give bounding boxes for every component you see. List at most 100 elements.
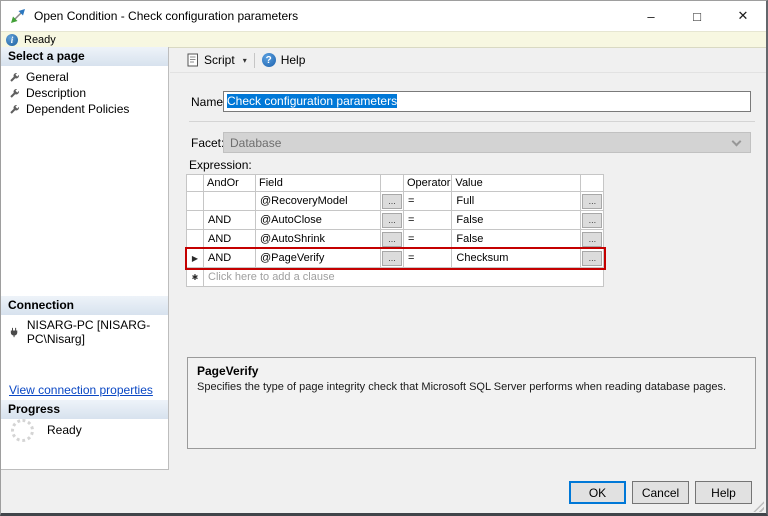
window-title: Open Condition - Check configuration par… [34,9,298,23]
help-label: Help [281,53,306,67]
field-cell[interactable]: @PageVerify [256,249,381,268]
ok-button[interactable]: OK [569,481,626,504]
wrench-icon [9,104,20,115]
value-ellipsis-cell: ... [581,211,604,230]
property-description-panel: PageVerify Specifies the type of page in… [187,357,756,449]
minimize-icon[interactable]: – [628,1,674,31]
value-cell[interactable]: False [452,211,581,230]
value-ellipsis-cell: ... [581,192,604,211]
grid-header-marker [187,175,204,192]
close-icon[interactable]: ✕ [720,1,766,31]
operator-cell[interactable]: = [404,192,452,211]
sidebar-item-description[interactable]: Description [1,85,168,101]
field-ellipsis-cell: ... [381,249,404,268]
value-cell[interactable]: False [452,230,581,249]
field-ellipsis-cell: ... [381,230,404,249]
expression-grid: AndOr Field Operator Value @RecoveryMode… [186,174,604,287]
sidebar-item-label: Description [26,86,86,100]
grid-header-field: Field [256,175,381,192]
operator-cell[interactable]: = [404,230,452,249]
andor-cell[interactable]: AND [204,249,256,268]
grid-header-operator: Operator [404,175,452,192]
grid-header-andor: AndOr [204,175,256,192]
wrench-icon [9,72,20,83]
connection-header: Connection [1,296,168,315]
cancel-button[interactable]: Cancel [632,481,689,504]
grid-header-value: Value [452,175,581,192]
name-label: Name: [191,95,226,109]
info-icon: i [6,34,18,46]
chevron-down-icon [732,137,742,147]
page-list: General Description Dependent Policies [1,69,168,117]
select-a-page-header: Select a page [1,47,168,66]
facet-value: Database [230,136,281,150]
name-input[interactable]: Check configuration parameters [223,91,751,112]
property-description: Specifies the type of page integrity che… [197,381,746,393]
maximize-icon[interactable]: □ [674,1,720,31]
expression-row[interactable]: ▶AND@PageVerify...=Checksum... [187,249,604,268]
operator-cell[interactable]: = [404,249,452,268]
toolbar-separator [254,53,255,68]
name-input-selected-text: Check configuration parameters [227,94,397,108]
value-cell[interactable]: Checksum [452,249,581,268]
toolbar-help-button[interactable]: ? Help [262,53,306,67]
field-cell[interactable]: @RecoveryModel [256,192,381,211]
sidebar: Select a page General Description Depend… [1,47,169,470]
progress-header: Progress [1,400,168,419]
field-cell[interactable]: @AutoClose [256,211,381,230]
operator-cell[interactable]: = [404,211,452,230]
expression-row[interactable]: AND@AutoClose...=False... [187,211,604,230]
script-button[interactable]: Script ▾ [187,53,247,67]
field-ellipsis-cell: ... [381,211,404,230]
ellipsis-button[interactable]: ... [382,194,402,209]
add-clause-cell[interactable]: Click here to add a clause [204,268,604,287]
andor-cell[interactable]: AND [204,211,256,230]
expression-grid-body: @RecoveryModel...=Full...AND@AutoClose..… [187,192,604,287]
ellipsis-button[interactable]: ... [582,194,602,209]
grid-new-row[interactable]: ✱ Click here to add a clause [187,268,604,287]
value-ellipsis-cell: ... [581,230,604,249]
andor-cell[interactable]: AND [204,230,256,249]
help-icon: ? [262,53,276,67]
new-row-marker-icon: ✱ [187,268,204,287]
ellipsis-button[interactable]: ... [582,213,602,228]
progress-status-text: Ready [47,423,82,442]
script-icon [187,53,199,67]
connection-plug-icon [9,326,20,339]
expression-row[interactable]: AND@AutoShrink...=False... [187,230,604,249]
ellipsis-button[interactable]: ... [582,232,602,247]
status-bar: i Ready [1,31,766,48]
expression-row[interactable]: @RecoveryModel...=Full... [187,192,604,211]
progress-spinner-icon [11,419,34,442]
server-name: NISARG-PC [NISARG-PC\Nisarg] [27,318,168,346]
grid-header-value-button [581,175,604,192]
row-marker-icon: ▶ [187,249,204,268]
sidebar-item-label: General [26,70,69,84]
ellipsis-button[interactable]: ... [382,213,402,228]
wrench-icon [9,88,20,99]
field-cell[interactable]: @AutoShrink [256,230,381,249]
window-controls: – □ ✕ [628,1,766,31]
value-ellipsis-cell: ... [581,249,604,268]
ellipsis-button[interactable]: ... [582,251,602,266]
sidebar-item-dependent-policies[interactable]: Dependent Policies [1,101,168,117]
value-cell[interactable]: Full [452,192,581,211]
facet-dropdown: Database [223,132,751,153]
dialog-window: Open Condition - Check configuration par… [0,0,768,516]
status-text: Ready [24,34,56,46]
script-label: Script [204,53,235,67]
expression-label: Expression: [189,158,252,172]
ellipsis-button[interactable]: ... [382,251,402,266]
andor-cell[interactable] [204,192,256,211]
row-marker-icon [187,211,204,230]
separator-line [189,121,755,122]
view-connection-properties-link[interactable]: View connection properties [9,383,153,397]
resize-grip[interactable] [753,501,764,512]
ellipsis-button[interactable]: ... [382,232,402,247]
sidebar-item-general[interactable]: General [1,69,168,85]
help-button[interactable]: Help [695,481,752,504]
property-name: PageVerify [197,364,746,378]
facet-label: Facet: [191,136,224,150]
connection-server: NISARG-PC [NISARG-PC\Nisarg] [9,318,168,346]
grid-header-field-button [381,175,404,192]
